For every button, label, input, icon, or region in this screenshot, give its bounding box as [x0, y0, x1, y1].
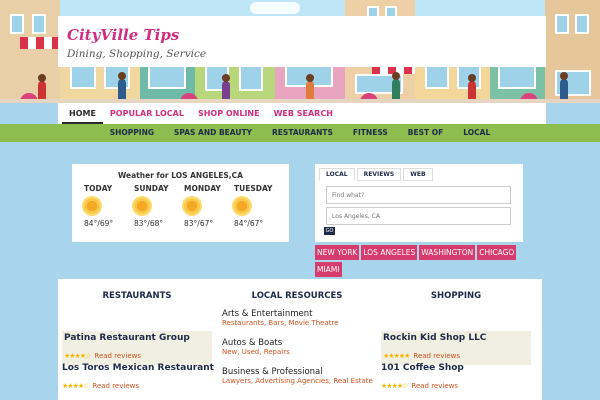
search-where-input[interactable]: [326, 207, 511, 225]
search-what-input[interactable]: [326, 186, 511, 204]
nav-web-search[interactable]: WEB SEARCH: [267, 103, 340, 124]
category-subcategories[interactable]: New, Used, Repairs: [222, 348, 382, 356]
nav-shopping[interactable]: SHOPPING: [100, 124, 164, 142]
weather-temp: 83°/68°: [134, 219, 164, 228]
list-item: 101 Coffee Shop ★★★★☆ Read reviews: [381, 363, 531, 392]
search-tabs: LOCAL REVIEWS WEB: [319, 168, 435, 181]
list-item: Rockin Kid Shop LLC ★★★★★ Read reviews: [381, 331, 531, 365]
category-nav: SHOPPING SPAS AND BEAUTY RESTAURANTS FIT…: [0, 124, 600, 142]
read-reviews-link[interactable]: Read reviews: [92, 382, 139, 390]
category-subcategories[interactable]: Restaurants, Bars, Movie Theatre: [222, 319, 382, 327]
weather-temp: 83°/67°: [184, 219, 214, 228]
business-name[interactable]: Rockin Kid Shop LLC: [383, 333, 529, 343]
weather-day-name: MONDAY: [184, 184, 221, 193]
site-title-box: CityVille Tips Dining, Shopping, Service: [58, 16, 546, 67]
category-name[interactable]: Autos & Boats: [222, 338, 382, 348]
tab-web[interactable]: WEB: [403, 168, 433, 181]
tab-local[interactable]: LOCAL: [319, 168, 355, 181]
cloud-decoration: [250, 2, 300, 14]
sun-icon: [184, 198, 200, 214]
nav-best-of[interactable]: BEST OF: [398, 124, 453, 142]
nav-shop-online[interactable]: SHOP ONLINE: [191, 103, 267, 124]
business-name[interactable]: 101 Coffee Shop: [381, 363, 531, 373]
category-item: Business & Professional Lawyers, Adverti…: [222, 367, 382, 385]
weather-day: TODAY 84°/69°: [84, 184, 136, 228]
weather-day-name: TUESDAY: [234, 184, 273, 193]
list-item: Los Toros Mexican Restaurant ★★★★☆ Read r…: [62, 363, 214, 392]
star-rating: ★★★★★: [383, 352, 410, 360]
sun-icon: [84, 198, 100, 214]
read-reviews-link[interactable]: Read reviews: [413, 352, 460, 360]
read-reviews-link[interactable]: Read reviews: [411, 382, 458, 390]
local-search-widget: LOCAL REVIEWS WEB: [315, 164, 523, 242]
nav-restaurants[interactable]: RESTAURANTS: [262, 124, 343, 142]
nav-home[interactable]: HOME: [62, 103, 103, 124]
nav-popular-local[interactable]: POPULAR LOCAL: [103, 103, 191, 124]
weather-temp: 84°/67°: [234, 219, 264, 228]
weather-temp: 84°/69°: [84, 219, 114, 228]
nav-local[interactable]: LOCAL: [453, 124, 500, 142]
restaurants-heading[interactable]: RESTAURANTS: [62, 291, 212, 301]
category-name[interactable]: Arts & Entertainment: [222, 309, 382, 319]
awning-decoration: [20, 37, 60, 49]
weather-widget: Weather for LOS ANGELES,CA TODAY 84°/69°…: [72, 164, 289, 242]
sun-icon: [134, 198, 150, 214]
weather-title: Weather for LOS ANGELES,CA: [118, 171, 243, 180]
list-item: Patina Restaurant Group ★★★★☆ Read review…: [62, 331, 212, 365]
star-rating: ★★★★☆: [62, 382, 89, 390]
category-subcategories[interactable]: Lawyers, Advertising Agencies, Real Esta…: [222, 377, 382, 385]
city-link-los-angeles[interactable]: LOS ANGELES: [361, 245, 418, 260]
sun-icon: [234, 198, 250, 214]
business-name[interactable]: Patina Restaurant Group: [64, 333, 210, 343]
nav-spas-and-beauty[interactable]: SPAS AND BEAUTY: [164, 124, 262, 142]
category-item: Autos & Boats New, Used, Repairs: [222, 338, 382, 356]
read-reviews-link[interactable]: Read reviews: [94, 352, 141, 360]
search-go-button[interactable]: GO: [324, 227, 335, 235]
weather-day: MONDAY 83°/67°: [184, 184, 236, 228]
weather-day: SUNDAY 83°/68°: [134, 184, 186, 228]
site-title[interactable]: CityVille Tips: [67, 26, 179, 44]
listings-panel: RESTAURANTS LOCAL RESOURCES SHOPPING Pat…: [58, 279, 542, 400]
city-link-chicago[interactable]: CHICAGO: [477, 245, 517, 260]
business-name[interactable]: Los Toros Mexican Restaurant: [62, 363, 214, 373]
city-link-miami[interactable]: MIAMI: [315, 262, 342, 277]
header-banner: CityVille Tips Dining, Shopping, Service: [0, 0, 600, 103]
site-tagline: Dining, Shopping, Service: [67, 48, 207, 60]
city-link-washington[interactable]: WASHINGTON: [419, 245, 476, 260]
category-name[interactable]: Business & Professional: [222, 367, 382, 377]
building-illustration: [0, 0, 60, 103]
nav-fitness[interactable]: FITNESS: [343, 124, 398, 142]
category-item: Arts & Entertainment Restaurants, Bars, …: [222, 309, 382, 327]
building-illustration: [545, 0, 600, 103]
weather-day-name: TODAY: [84, 184, 113, 193]
city-link-new-york[interactable]: NEW YORK: [315, 245, 360, 260]
city-links: NEW YORK LOS ANGELES WASHINGTON CHICAGO …: [315, 245, 523, 277]
tab-reviews[interactable]: REVIEWS: [356, 168, 402, 181]
weather-day: TUESDAY 84°/67°: [234, 184, 286, 228]
local-resources-heading[interactable]: LOCAL RESOURCES: [222, 291, 372, 301]
star-rating: ★★★★☆: [381, 382, 408, 390]
primary-nav: HOME POPULAR LOCAL SHOP ONLINE WEB SEARC…: [58, 103, 546, 124]
star-rating: ★★★★☆: [64, 352, 91, 360]
weather-day-name: SUNDAY: [134, 184, 169, 193]
shopping-heading[interactable]: SHOPPING: [381, 291, 531, 301]
